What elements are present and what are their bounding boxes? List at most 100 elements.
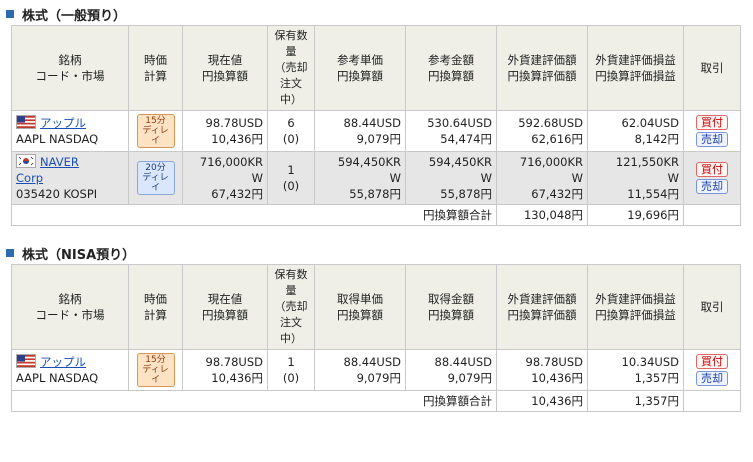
total-pl-value: 1,357円: [634, 394, 679, 408]
column-header: 外貨建評価額 円換算評価額: [496, 25, 588, 111]
unit-price-value: 88.44USD: [343, 116, 402, 130]
profit-loss-jpy-value: 8,142円: [634, 132, 679, 146]
section-title-text: 株式（一般預り）: [22, 8, 127, 24]
stock-cell: アップル AAPL NASDAQ: [11, 349, 129, 391]
quantity-cell: 1 (0): [267, 151, 315, 205]
amount-jpy-value: 54,474円: [440, 132, 492, 146]
amount-value: 530.64USD: [427, 116, 492, 130]
profit-loss-cell: 121,550KR W 11,554円: [587, 151, 684, 205]
total-label-cell: 円換算額合計: [11, 390, 497, 412]
column-header: 外貨建評価損益 円換算評価損益: [587, 25, 684, 111]
current-price-value: 716,000KR W: [199, 155, 263, 185]
delay-cell: 15分 ディレイ: [128, 110, 183, 152]
current-price-jpy-value: 67,432円: [211, 187, 263, 201]
column-header-label: 取引: [700, 61, 724, 75]
quantity-value: 1: [287, 163, 295, 177]
valuation-jpy-value: 62,616円: [531, 132, 583, 146]
current-price-jpy-value: 10,436円: [211, 371, 263, 385]
column-header: 現在値 円換算額: [182, 25, 268, 111]
column-header-label: 外貨建評価額 円換算評価額: [507, 292, 577, 322]
total-pl-cell: 19,696円: [587, 204, 684, 226]
quantity-value: 6: [287, 116, 295, 130]
amount-value: 88.44USD: [434, 355, 493, 369]
section-title-text: 株式（NISA預り）: [22, 247, 136, 263]
trade-cell: 買付 売却: [683, 349, 741, 391]
column-header: 取得金額 円換算額: [405, 264, 497, 350]
total-pl-cell: 1,357円: [587, 390, 684, 412]
bullet-square-icon: [6, 249, 14, 257]
column-header: 参考単価 円換算額: [314, 25, 406, 111]
sell-button[interactable]: 売却: [696, 179, 728, 194]
stock-name-link[interactable]: アップル: [40, 355, 86, 369]
amount-value: 594,450KR W: [428, 155, 492, 185]
table-row: アップル AAPL NASDAQ 15分 ディレイ 98.78USD 10,436円 6(…: [11, 110, 741, 152]
total-label: 円換算額合計: [423, 394, 492, 408]
total-row: 円換算額合計 10,436円 1,357円: [11, 390, 741, 412]
section-title: 株式（NISA預り）: [0, 242, 753, 264]
total-row: 円換算額合計 130,048円 19,696円: [11, 204, 741, 226]
quantity-jpy-value: (0): [282, 132, 300, 146]
profit-loss-cell: 10.34USD 1,357円: [587, 349, 684, 391]
unit-price-cell: 88.44USD 9,079円: [314, 110, 406, 152]
column-header: 現在値 円換算額: [182, 264, 268, 350]
column-header-label: 保有数 量 （売却 注文 中）: [274, 268, 308, 345]
amount-cell: 88.44USD 9,079円: [405, 349, 497, 391]
profit-loss-value: 62.04USD: [621, 116, 680, 130]
amount-jpy-value: 9,079円: [447, 371, 492, 385]
column-header: 銘柄 コード・市場: [11, 25, 129, 111]
quantity-cell: 1 (0): [267, 349, 315, 391]
column-header-label: 時価 計算: [144, 292, 167, 322]
column-header-label: 時価 計算: [144, 53, 167, 83]
trade-cell: 買付 売却: [683, 151, 741, 205]
total-pl-value: 19,696円: [627, 208, 679, 222]
column-header-label: 外貨建評価損益 円換算評価損益: [595, 292, 676, 322]
valuation-cell: 592.68USD 62,616円: [496, 110, 588, 152]
column-header: 時価 計算: [128, 264, 183, 350]
current-price-jpy-value: 10,436円: [211, 132, 263, 146]
column-header-label: 保有数 量 （売却 注文 中）: [274, 29, 308, 106]
quantity-jpy-value: (0): [282, 371, 300, 385]
table-header-row: 銘柄 コード・市場 時価 計算 現在値 円換算額 保有数 量 （売却 注文 中） 取得単…: [11, 264, 741, 350]
total-eval-value: 10,436円: [531, 394, 583, 408]
table-header-row: 銘柄 コード・市場 時価 計算 現在値 円換算額 保有数 量 （売却 注文 中） 参考単…: [11, 25, 741, 111]
stock-name-link[interactable]: アップル: [40, 116, 86, 130]
column-header-label: 参考金額 円換算額: [428, 53, 474, 83]
current-price-cell: 716,000KR W 67,432円: [182, 151, 268, 205]
column-header-label: 取引: [700, 300, 724, 314]
column-header-label: 取得金額 円換算額: [428, 292, 474, 322]
us-flag-icon: [16, 115, 36, 129]
quantity-cell: 6 (0): [267, 110, 315, 152]
profit-loss-value: 121,550KR W: [615, 155, 679, 185]
column-header: 外貨建評価損益 円換算評価損益: [587, 264, 684, 350]
valuation-value: 592.68USD: [518, 116, 583, 130]
buy-button[interactable]: 買付: [696, 354, 728, 369]
table-row: NAVER Corp 035420 KOSPI 20分 ディレイ 716,000KR …: [11, 151, 741, 205]
buy-button[interactable]: 買付: [696, 162, 728, 177]
stock-cell: NAVER Corp 035420 KOSPI: [11, 151, 129, 205]
blank-cell: [683, 204, 741, 226]
profit-loss-value: 10.34USD: [621, 355, 680, 369]
table-row: アップル AAPL NASDAQ 15分 ディレイ 98.78USD 10,436円 1(…: [11, 349, 741, 391]
column-header-label: 取得単価 円換算額: [337, 292, 383, 322]
column-header: 銘柄 コード・市場: [11, 264, 129, 350]
blank-cell: [683, 390, 741, 412]
total-label-cell: 円換算額合計: [11, 204, 497, 226]
unit-price-jpy-value: 55,878円: [349, 187, 401, 201]
delay-cell: 20分 ディレイ: [128, 151, 183, 205]
sell-button[interactable]: 売却: [696, 132, 728, 147]
column-header: 取引: [683, 264, 741, 350]
column-header-label: 現在値 円換算額: [202, 53, 248, 83]
amount-jpy-value: 55,878円: [440, 187, 492, 201]
valuation-value: 98.78USD: [525, 355, 584, 369]
holdings-table-general: 銘柄 コード・市場 時価 計算 現在値 円換算額 保有数 量 （売却 注文 中） 参考単…: [11, 25, 741, 226]
stock-code-market: AAPL NASDAQ: [16, 371, 99, 385]
unit-price-value: 88.44USD: [343, 355, 402, 369]
sell-button[interactable]: 売却: [696, 371, 728, 386]
quantity-value: 1: [287, 355, 295, 369]
buy-button[interactable]: 買付: [696, 115, 728, 130]
delay-badge: 15分 ディレイ: [136, 114, 175, 148]
us-flag-icon: [16, 354, 36, 368]
total-eval-value: 130,048円: [523, 208, 583, 222]
unit-price-value: 594,450KR W: [337, 155, 401, 185]
delay-badge: 15分 ディレイ: [136, 353, 175, 387]
